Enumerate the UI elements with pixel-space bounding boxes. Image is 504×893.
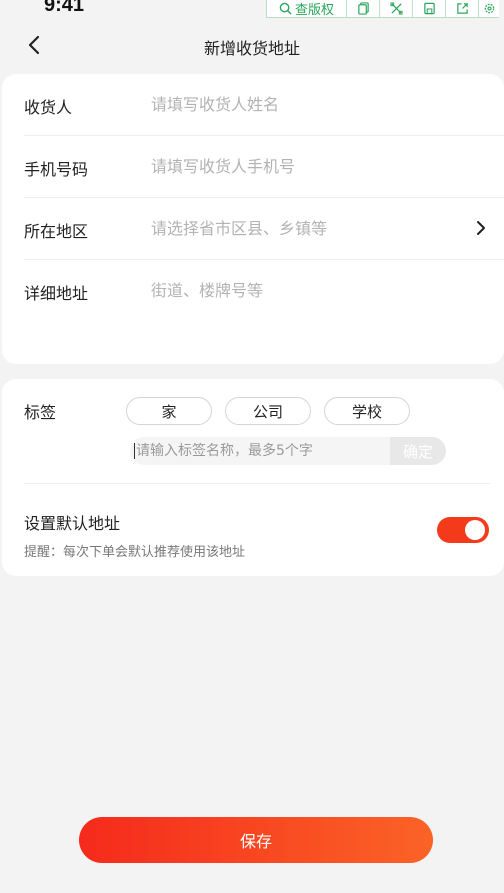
tag-option-company[interactable]: 公司	[225, 397, 311, 425]
recipient-label: 收货人	[24, 98, 73, 117]
phone-label: 手机号码	[24, 160, 89, 179]
save-disk-icon	[423, 2, 435, 15]
settings-tool-button[interactable]	[479, 0, 499, 17]
region-select-input[interactable]	[151, 213, 471, 243]
crop-icon	[389, 2, 403, 15]
copy-tool-button[interactable]	[347, 0, 380, 17]
text-caret	[134, 443, 135, 459]
status-bar: 9:41 查版权	[0, 0, 504, 18]
phone-input[interactable]	[151, 151, 471, 181]
tag-label: 标签	[24, 403, 57, 422]
detail-address-input[interactable]	[151, 275, 471, 305]
status-time: 9:41	[44, 0, 85, 16]
default-address-toggle[interactable]	[437, 517, 489, 543]
detail-address-label: 详细地址	[24, 284, 89, 303]
default-address-hint: 提醒：每次下单会默认推荐使用该地址	[24, 545, 246, 560]
region-label: 所在地区	[24, 222, 89, 241]
custom-tag-input[interactable]	[136, 437, 386, 465]
recipient-name-input[interactable]	[151, 89, 471, 119]
navigation-bar: 新增收货地址	[0, 24, 504, 66]
detail-address-row: 详细地址	[24, 260, 504, 322]
save-button[interactable]: 保存	[79, 817, 433, 863]
confirm-tag-button[interactable]: 确定	[390, 437, 446, 465]
address-form-card: 收货人 手机号码 所在地区 详细地址	[2, 74, 504, 364]
chevron-right-icon[interactable]	[476, 220, 486, 236]
check-copyright-label: 查版权	[294, 3, 334, 18]
phone-row: 手机号码	[24, 136, 504, 198]
copy-icon	[357, 2, 369, 15]
search-icon	[279, 2, 292, 15]
tag-settings-card: 标签 家 公司 学校 确定 设置默认地址 提醒：每次下单会默认推荐使用该地址	[2, 379, 504, 576]
divider	[24, 483, 490, 484]
tag-option-school[interactable]: 学校	[324, 397, 410, 425]
share-icon	[456, 3, 468, 14]
custom-tag-field: 确定	[130, 437, 446, 465]
toggle-knob	[465, 520, 485, 540]
browser-toolbar: 查版权	[266, 0, 499, 18]
share-tool-button[interactable]	[446, 0, 479, 17]
recipient-row: 收货人	[24, 74, 504, 136]
gear-icon	[484, 3, 494, 14]
region-row[interactable]: 所在地区	[24, 198, 504, 260]
save-tool-button[interactable]	[413, 0, 446, 17]
crop-tool-button[interactable]	[380, 0, 413, 17]
tag-option-home[interactable]: 家	[126, 397, 212, 425]
check-copyright-button[interactable]: 查版权	[267, 0, 347, 18]
default-address-title: 设置默认地址	[24, 514, 121, 533]
page-title: 新增收货地址	[203, 39, 300, 58]
